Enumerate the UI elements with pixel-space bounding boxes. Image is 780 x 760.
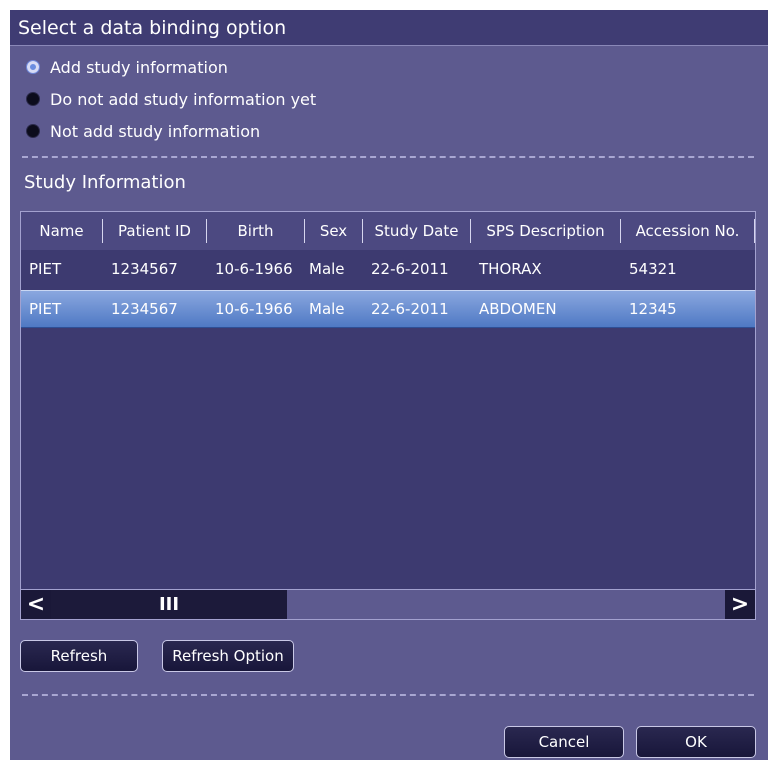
column-header-patient-id[interactable]: Patient ID (103, 219, 207, 243)
cell-sex: Male (309, 300, 345, 318)
cell-accession-no: 12345 (629, 300, 677, 318)
cell-sps-description: THORAX (479, 260, 542, 278)
dashed-separator (22, 156, 754, 158)
cell-accession-no: 54321 (629, 260, 677, 278)
horizontal-scrollbar[interactable]: < III > (20, 589, 756, 620)
dialog-title: Select a data binding option (10, 10, 768, 46)
column-header-birth[interactable]: Birth (207, 219, 305, 243)
study-table: Name Patient ID Birth Sex Study Date SPS… (20, 211, 756, 620)
scroll-thumb[interactable]: III (51, 590, 287, 619)
column-header-accession-no[interactable]: Accession No. (621, 219, 755, 243)
column-header-study-date[interactable]: Study Date (363, 219, 471, 243)
radio-selected-icon[interactable] (26, 60, 40, 74)
cell-sps-description: ABDOMEN (479, 300, 557, 318)
radio-label: Do not add study information yet (50, 89, 317, 109)
cell-name: PIET (29, 300, 62, 318)
radio-label: Not add study information (50, 121, 261, 141)
column-header-name[interactable]: Name (21, 219, 103, 243)
radio-do-not-add-yet[interactable]: Do not add study information yet (26, 86, 316, 112)
radio-unselected-icon[interactable] (26, 92, 40, 106)
cell-sex: Male (309, 260, 345, 278)
cell-study-date: 22-6-2011 (371, 300, 449, 318)
radio-unselected-icon[interactable] (26, 124, 40, 138)
table-row-selected[interactable]: PIET 1234567 10-6-1966 Male 22-6-2011 AB… (21, 290, 755, 328)
column-header-sps-description[interactable]: SPS Description (471, 219, 621, 243)
refresh-button[interactable]: Refresh (20, 640, 138, 672)
cell-birth: 10-6-1966 (215, 300, 293, 318)
cell-patient-id: 1234567 (111, 300, 178, 318)
radio-add-study-info[interactable]: Add study information (26, 54, 228, 80)
cell-patient-id: 1234567 (111, 260, 178, 278)
cancel-button[interactable]: Cancel (504, 726, 624, 758)
table-row[interactable]: PIET 1234567 10-6-1966 Male 22-6-2011 TH… (21, 250, 755, 288)
radio-not-add[interactable]: Not add study information (26, 118, 260, 144)
table-header: Name Patient ID Birth Sex Study Date SPS… (21, 212, 755, 250)
cell-name: PIET (29, 260, 62, 278)
cell-birth: 10-6-1966 (215, 260, 293, 278)
section-title-study-information: Study Information (24, 172, 186, 193)
cell-study-date: 22-6-2011 (371, 260, 449, 278)
scroll-right-icon[interactable]: > (725, 590, 755, 619)
ok-button[interactable]: OK (636, 726, 756, 758)
scroll-left-icon[interactable]: < (21, 590, 51, 619)
dashed-separator (22, 694, 754, 696)
data-binding-dialog: Select a data binding option Add study i… (10, 10, 768, 760)
column-header-sex[interactable]: Sex (305, 219, 363, 243)
radio-label: Add study information (50, 57, 228, 77)
refresh-option-button[interactable]: Refresh Option (162, 640, 294, 672)
